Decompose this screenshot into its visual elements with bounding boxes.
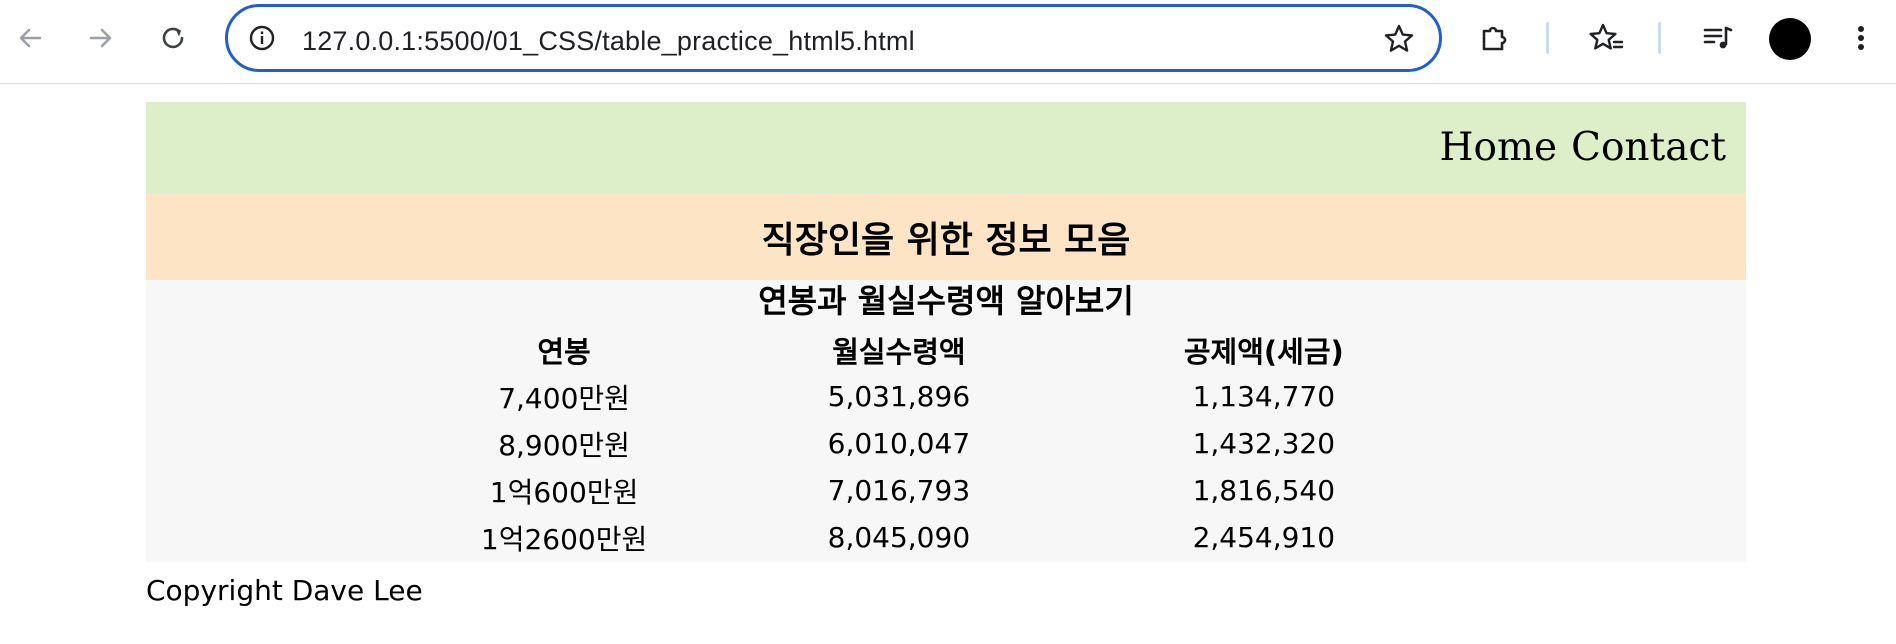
table-cell: 8,045,090 xyxy=(827,521,971,554)
page-content: Home Contact 직장인을 위한 정보 모음 연봉과 월실수령액 알아보… xyxy=(146,102,1746,607)
site-info-button[interactable] xyxy=(246,22,278,54)
nav-link-home[interactable]: Home xyxy=(1440,125,1558,170)
extensions-button[interactable] xyxy=(1473,16,1517,60)
toolbar-divider xyxy=(1658,22,1661,54)
forward-button[interactable] xyxy=(79,16,123,60)
table-cell: 7,400만원 xyxy=(498,381,630,415)
table-cell: 1억600만원 xyxy=(489,475,639,509)
table-cell: 1억2600만원 xyxy=(480,522,648,556)
table-header-row: 연봉 월실수령액 공제액(세금) xyxy=(414,326,1444,373)
top-nav: Home Contact xyxy=(146,102,1746,193)
table-cell: 1,432,320 xyxy=(1192,427,1336,460)
browser-menu-button[interactable] xyxy=(1839,16,1883,60)
bookmark-button[interactable] xyxy=(1381,21,1417,57)
table-cell: 1,816,540 xyxy=(1192,474,1336,507)
table-row: 1억2600만원 8,045,090 2,454,910 xyxy=(414,514,1444,561)
column-header: 월실수령액 xyxy=(832,334,966,369)
salary-table: 연봉 월실수령액 공제액(세금) 7,400만원 5,031,896 1,134… xyxy=(414,326,1444,561)
reload-icon xyxy=(162,27,184,49)
puzzle-icon xyxy=(1482,26,1507,51)
browser-toolbar: 127.0.0.1:5500/01_CSS/table_practice_htm… xyxy=(0,0,1896,84)
toolbar-divider xyxy=(1546,22,1549,54)
column-header: 연봉 xyxy=(537,334,591,369)
star-list-icon xyxy=(1589,23,1624,50)
media-control-button[interactable] xyxy=(1696,16,1740,60)
arrow-right-icon xyxy=(89,28,112,48)
table-row: 7,400만원 5,031,896 1,134,770 xyxy=(414,373,1444,420)
arrow-left-icon xyxy=(19,28,42,48)
table-cell: 1,134,770 xyxy=(1192,380,1336,413)
info-icon xyxy=(249,25,275,51)
column-header: 공제액(세금) xyxy=(1183,334,1344,369)
salary-section: 연봉과 월실수령액 알아보기 연봉 월실수령액 공제액(세금) 7,400만원 … xyxy=(146,280,1746,562)
table-row: 1억600만원 7,016,793 1,816,540 xyxy=(414,467,1444,514)
footer-copyright: Copyright Dave Lee xyxy=(146,574,423,607)
reload-button[interactable] xyxy=(151,16,195,60)
table-row: 8,900만원 6,010,047 1,432,320 xyxy=(414,420,1444,467)
star-icon xyxy=(1384,24,1414,52)
table-cell: 7,016,793 xyxy=(827,474,971,507)
profile-avatar[interactable] xyxy=(1769,18,1811,60)
table-cell: 2,454,910 xyxy=(1192,521,1336,554)
address-bar[interactable]: 127.0.0.1:5500/01_CSS/table_practice_htm… xyxy=(225,4,1442,72)
table-cell: 6,010,047 xyxy=(827,427,971,460)
table-caption: 연봉과 월실수령액 알아보기 xyxy=(758,282,1134,320)
table-cell: 8,900만원 xyxy=(498,428,630,462)
hero-title: 직장인을 위한 정보 모음 xyxy=(146,193,1746,280)
nav-link-contact[interactable]: Contact xyxy=(1571,125,1726,170)
table-cell: 5,031,896 xyxy=(827,380,971,413)
media-queue-icon xyxy=(1703,26,1733,49)
url-text[interactable]: 127.0.0.1:5500/01_CSS/table_practice_htm… xyxy=(302,25,915,57)
favorites-button[interactable] xyxy=(1584,16,1628,60)
back-button[interactable] xyxy=(8,16,52,60)
kebab-menu-icon xyxy=(1858,26,1864,50)
